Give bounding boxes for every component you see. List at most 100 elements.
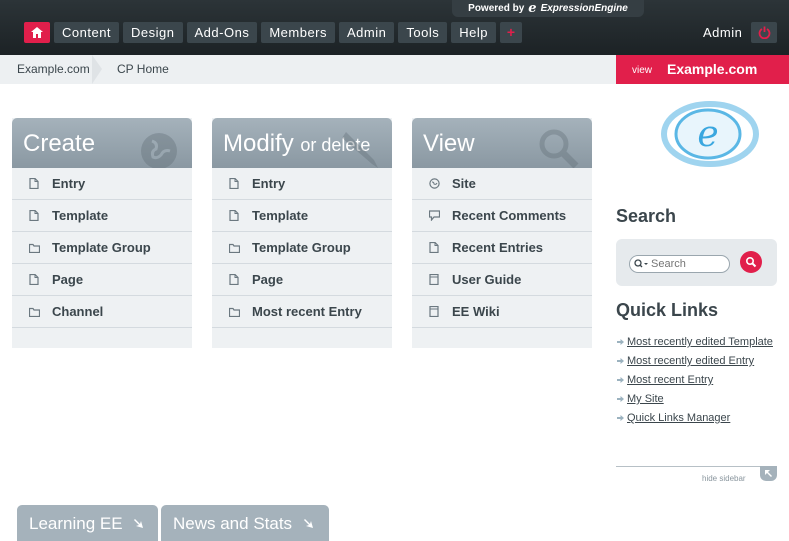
news-and-stats-label: News and Stats bbox=[173, 514, 293, 533]
logout-button[interactable] bbox=[751, 22, 777, 43]
view-list: Site Recent Comments Recent Entries User Gu… bbox=[412, 168, 592, 328]
nav-help[interactable]: Help bbox=[451, 22, 496, 43]
search-icon bbox=[745, 256, 757, 268]
folder-icon bbox=[228, 242, 240, 254]
arrow-right-icon bbox=[617, 394, 627, 406]
list-item[interactable]: Template Group bbox=[212, 232, 392, 264]
list-item[interactable]: Page bbox=[212, 264, 392, 296]
search-icon bbox=[634, 259, 648, 268]
arrow-right-icon bbox=[617, 356, 627, 368]
arrow-up-left-icon bbox=[765, 470, 772, 477]
modify-panel: Modify or delete Entry Template Template G… bbox=[212, 118, 392, 348]
list-item[interactable]: Page bbox=[12, 264, 192, 296]
nav-design[interactable]: Design bbox=[123, 22, 183, 43]
search-form bbox=[616, 239, 777, 286]
doc-icon bbox=[428, 242, 440, 254]
create-panel-header: Create bbox=[12, 118, 192, 168]
list-item[interactable]: Template bbox=[12, 200, 192, 232]
hide-sidebar-label[interactable]: hide sidebar bbox=[702, 474, 746, 483]
add-tab-button[interactable]: + bbox=[499, 22, 522, 43]
arrow-right-icon bbox=[617, 413, 627, 425]
list-item-label: Entry bbox=[52, 176, 86, 191]
view-panel-header: View bbox=[412, 118, 592, 168]
quick-link[interactable]: Most recent Entry bbox=[627, 374, 713, 386]
list-item[interactable]: Template Group bbox=[12, 232, 192, 264]
nav-admin[interactable]: Admin bbox=[339, 22, 395, 43]
search-title: Search bbox=[616, 206, 677, 226]
view-site-link[interactable]: view Example.com bbox=[616, 55, 789, 84]
modify-title-text: Modify bbox=[223, 130, 294, 157]
quick-link[interactable]: Quick Links Manager bbox=[627, 412, 730, 424]
globe-icon bbox=[428, 178, 440, 190]
doc-icon bbox=[228, 178, 240, 190]
modify-panel-header: Modify or delete bbox=[212, 118, 392, 168]
modify-list: Entry Template Template Group Page Most rece… bbox=[212, 168, 392, 328]
view-site-name: Example.com bbox=[667, 61, 758, 77]
breadcrumb-separator bbox=[92, 55, 102, 84]
brand-name: ExpressionEngine bbox=[540, 3, 628, 14]
user-name[interactable]: Admin bbox=[703, 25, 742, 40]
list-item-label: Template bbox=[252, 208, 309, 223]
home-button[interactable] bbox=[24, 22, 50, 43]
breadcrumb-current: CP Home bbox=[117, 62, 169, 76]
arrow-down-right-icon bbox=[303, 519, 313, 528]
power-icon bbox=[758, 26, 770, 39]
list-item[interactable]: Recent Entries bbox=[412, 232, 592, 264]
powered-by-text: Powered by bbox=[468, 3, 525, 14]
list-item[interactable]: Channel bbox=[12, 296, 192, 328]
list-item-label: Template Group bbox=[52, 240, 151, 255]
folder-icon bbox=[28, 306, 40, 318]
nav-tools[interactable]: Tools bbox=[398, 22, 448, 43]
svg-text:e: e bbox=[697, 114, 718, 155]
quick-links-list: Most recently edited Template Most recent… bbox=[617, 336, 777, 431]
list-item-label: Most recent Entry bbox=[252, 304, 362, 319]
list-item-label: Entry bbox=[252, 176, 286, 191]
list-item[interactable]: Recent Comments bbox=[412, 200, 592, 232]
nav-members[interactable]: Members bbox=[261, 22, 336, 43]
learning-ee-label: Learning EE bbox=[29, 514, 123, 533]
list-item[interactable]: User Guide bbox=[412, 264, 592, 296]
doc-icon bbox=[28, 178, 40, 190]
nav-content[interactable]: Content bbox=[54, 22, 120, 43]
quick-link[interactable]: Most recently edited Entry bbox=[627, 355, 754, 367]
folder-icon bbox=[228, 306, 240, 318]
view-panel-title: View bbox=[423, 130, 475, 157]
news-and-stats-tab[interactable]: News and Stats bbox=[161, 505, 329, 541]
list-item-label: Page bbox=[52, 272, 84, 287]
search-input[interactable] bbox=[651, 258, 721, 270]
list-item-label: Template bbox=[52, 208, 109, 223]
search-field bbox=[629, 255, 730, 273]
view-panel: View Site Recent Comments Recent Entries Us… bbox=[412, 118, 592, 348]
quick-link[interactable]: Most recently edited Template bbox=[627, 336, 773, 348]
comment-icon bbox=[428, 210, 440, 222]
doc-icon bbox=[28, 210, 40, 222]
learning-ee-tab[interactable]: Learning EE bbox=[17, 505, 158, 541]
search-submit-button[interactable] bbox=[740, 251, 762, 273]
list-item-label: Channel bbox=[52, 304, 104, 319]
quick-links-title: Quick Links bbox=[616, 300, 719, 320]
sidebar-divider bbox=[616, 466, 777, 467]
book-icon bbox=[428, 274, 440, 286]
list-item[interactable]: Entry bbox=[12, 168, 192, 200]
list-item-label: User Guide bbox=[452, 272, 522, 287]
main-nav: Content Design Add-Ons Members Admin Too… bbox=[24, 22, 522, 43]
quick-link[interactable]: My Site bbox=[627, 393, 664, 405]
list-item[interactable]: Template bbox=[212, 200, 392, 232]
quick-link-item: Quick Links Manager bbox=[617, 412, 777, 425]
list-item[interactable]: Entry bbox=[212, 168, 392, 200]
list-item[interactable]: EE Wiki bbox=[412, 296, 592, 328]
hide-sidebar-button[interactable] bbox=[760, 466, 777, 481]
list-item[interactable]: Most recent Entry bbox=[212, 296, 392, 328]
list-item-label: Recent Entries bbox=[452, 240, 544, 255]
list-item-label: EE Wiki bbox=[452, 304, 500, 319]
book-icon bbox=[428, 306, 440, 318]
list-item[interactable]: Site bbox=[412, 168, 592, 200]
quick-link-item: My Site bbox=[617, 393, 777, 406]
nav-add-ons[interactable]: Add-Ons bbox=[186, 22, 258, 43]
powered-by-badge: Powered by e ExpressionEngine bbox=[452, 0, 644, 17]
doc-icon bbox=[28, 274, 40, 286]
create-panel-title: Create bbox=[23, 130, 96, 157]
pencil-icon bbox=[342, 132, 378, 168]
breadcrumb-site-link[interactable]: Example.com bbox=[17, 62, 90, 76]
quick-link-item: Most recently edited Template bbox=[617, 336, 777, 349]
